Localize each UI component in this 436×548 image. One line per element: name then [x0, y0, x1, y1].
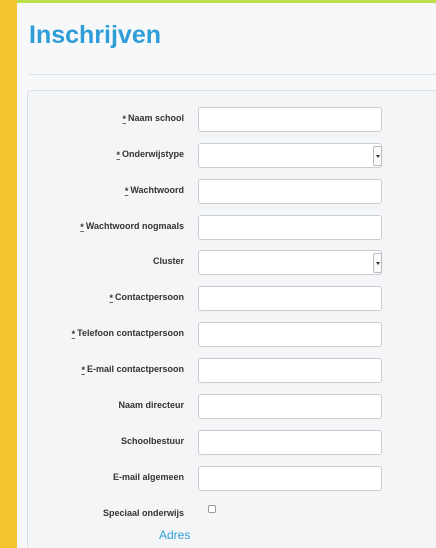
form-row-naam-directeur: Naam directeur — [28, 394, 436, 420]
field-label: * Naam school — [122, 113, 184, 124]
wachtwoord-nogmaals-input[interactable] — [198, 215, 382, 240]
form-row-onderwijstype: * Onderwijstype — [28, 143, 436, 169]
field-label: E-mail algemeen — [112, 472, 184, 482]
required-marker: * — [81, 365, 85, 375]
form-row-schoolbestuur: Schoolbestuur — [28, 430, 436, 456]
form-row-contactpersoon: * Contactpersoon — [28, 286, 436, 312]
form-row-telefoon-contactpersoon: * Telefoon contactpersoon — [28, 322, 436, 348]
cluster-select[interactable] — [198, 250, 382, 275]
form-row-naam-school: * Naam school — [28, 107, 436, 133]
form-row-email-algemeen: E-mail algemeen — [28, 466, 436, 492]
chevron-down-icon[interactable] — [373, 253, 382, 273]
form-row-speciaal-onderwijs: Speciaal onderwijs — [28, 502, 436, 528]
speciaal-onderwijs-checkbox[interactable] — [208, 505, 216, 513]
onderwijstype-select[interactable] — [198, 143, 382, 168]
registration-form: * Naam school * Onderwijstype * Wachtwoord … — [27, 90, 436, 548]
main-panel: Inschrijven * Naam school * Onderwijstype … — [17, 0, 436, 548]
page-title: Inschrijven — [29, 21, 161, 49]
form-row-cluster: Cluster — [28, 250, 436, 276]
chevron-down-icon[interactable] — [373, 146, 382, 166]
email-algemeen-input[interactable] — [198, 466, 382, 491]
form-row-wachtwoord-nogmaals: * Wachtwoord nogmaals — [28, 215, 436, 241]
required-marker: * — [116, 150, 120, 160]
schoolbestuur-input[interactable] — [198, 430, 382, 455]
field-label: * Onderwijstype — [116, 149, 184, 160]
contactpersoon-input[interactable] — [198, 286, 382, 311]
field-label: * E-mail contactpersoon — [81, 364, 184, 375]
wachtwoord-input[interactable] — [198, 179, 382, 204]
field-label: * Wachtwoord — [124, 185, 184, 196]
required-marker: * — [124, 186, 129, 196]
form-row-email-contactpersoon: * E-mail contactpersoon — [28, 358, 436, 384]
telefoon-contactpersoon-input[interactable] — [198, 322, 382, 347]
required-marker: * — [71, 329, 76, 339]
field-label: Naam directeur — [118, 400, 184, 410]
field-label: Cluster — [152, 256, 184, 266]
email-contactpersoon-input[interactable] — [198, 358, 382, 383]
field-label: * Wachtwoord nogmaals — [80, 221, 184, 232]
required-marker: * — [122, 114, 126, 124]
naam-directeur-input[interactable] — [198, 394, 382, 419]
form-row-wachtwoord: * Wachtwoord — [28, 179, 436, 205]
required-marker: * — [109, 293, 113, 303]
field-label: * Telefoon contactpersoon — [71, 328, 184, 339]
field-label: Schoolbestuur — [120, 436, 184, 446]
top-accent-line — [17, 0, 436, 3]
field-label: * Contactpersoon — [109, 292, 184, 303]
required-marker: * — [80, 222, 84, 232]
section-heading-adres[interactable]: Adres — [159, 528, 190, 542]
title-divider — [29, 74, 436, 75]
field-label: Speciaal onderwijs — [102, 508, 184, 518]
naam-school-input[interactable] — [198, 107, 382, 132]
